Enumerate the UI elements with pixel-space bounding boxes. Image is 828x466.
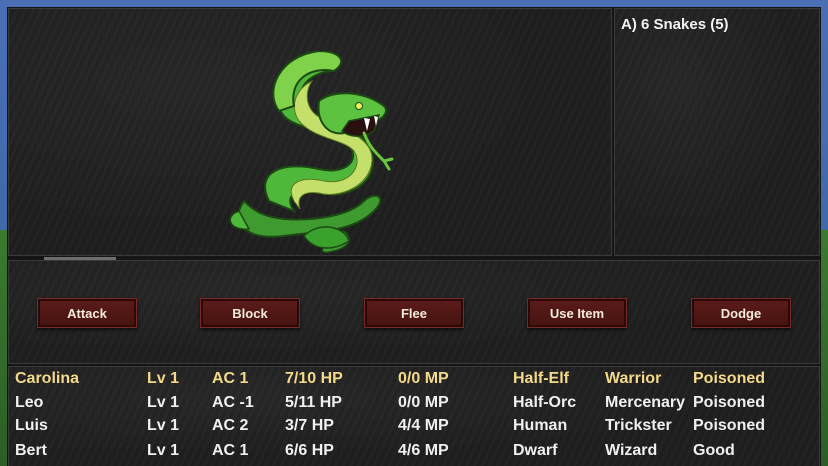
member-class: Wizard — [605, 442, 658, 459]
member-race: Dwarf — [513, 442, 558, 459]
member-mp: 4/6 MP — [398, 442, 449, 459]
party-member-row[interactable]: Luis Lv 1 AC 2 3/7 HP 4/4 MP Human Trick… — [9, 417, 821, 439]
enemy-group-entry[interactable]: A) 6 Snakes (5) — [621, 16, 729, 33]
member-hp: 3/7 HP — [285, 417, 334, 434]
enemy-list-panel: A) 6 Snakes (5) — [614, 8, 820, 256]
member-class: Trickster — [605, 417, 672, 434]
member-mp: 4/4 MP — [398, 417, 449, 434]
use-item-button[interactable]: Use Item — [527, 298, 627, 328]
party-member-row[interactable]: Carolina Lv 1 AC 1 7/10 HP 0/0 MP Half-E… — [9, 370, 821, 392]
member-mp: 0/0 MP — [398, 394, 449, 411]
party-status-panel: Carolina Lv 1 AC 1 7/10 HP 0/0 MP Half-E… — [8, 366, 820, 466]
member-hp: 5/11 HP — [285, 394, 342, 411]
member-status: Poisoned — [693, 394, 766, 411]
member-level: Lv 1 — [147, 394, 180, 411]
member-class: Warrior — [605, 370, 662, 387]
member-status: Poisoned — [693, 370, 766, 387]
member-class: Mercenary — [605, 394, 686, 411]
attack-button[interactable]: Attack — [37, 298, 137, 328]
monster-display-panel — [8, 8, 612, 256]
member-level: Lv 1 — [147, 417, 180, 434]
member-ac: AC 1 — [212, 442, 249, 459]
party-member-row[interactable]: Bert Lv 1 AC 1 6/6 HP 4/6 MP Dwarf Wizar… — [9, 442, 821, 464]
member-level: Lv 1 — [147, 442, 180, 459]
dodge-button[interactable]: Dodge — [691, 298, 791, 328]
member-level: Lv 1 — [147, 370, 180, 387]
member-name: Leo — [15, 394, 44, 411]
action-panel: Attack Block Flee Use Item Dodge — [8, 260, 820, 364]
member-name: Bert — [15, 442, 48, 459]
snake-icon[interactable] — [224, 49, 399, 261]
member-status: Good — [693, 442, 735, 459]
member-hp: 7/10 HP — [285, 370, 343, 387]
member-name: Carolina — [15, 370, 80, 387]
member-name: Luis — [15, 417, 48, 434]
member-status: Poisoned — [693, 417, 766, 434]
member-race: Human — [513, 417, 568, 434]
member-ac: AC 1 — [212, 370, 249, 387]
member-hp: 6/6 HP — [285, 442, 334, 459]
party-member-row[interactable]: Leo Lv 1 AC -1 5/11 HP 0/0 MP Half-Orc M… — [9, 394, 821, 416]
member-race: Half-Elf — [513, 370, 569, 387]
flee-button[interactable]: Flee — [364, 298, 464, 328]
member-race: Half-Orc — [513, 394, 577, 411]
block-button[interactable]: Block — [200, 298, 300, 328]
member-ac: AC -1 — [212, 394, 254, 411]
member-ac: AC 2 — [212, 417, 249, 434]
member-mp: 0/0 MP — [398, 370, 449, 387]
